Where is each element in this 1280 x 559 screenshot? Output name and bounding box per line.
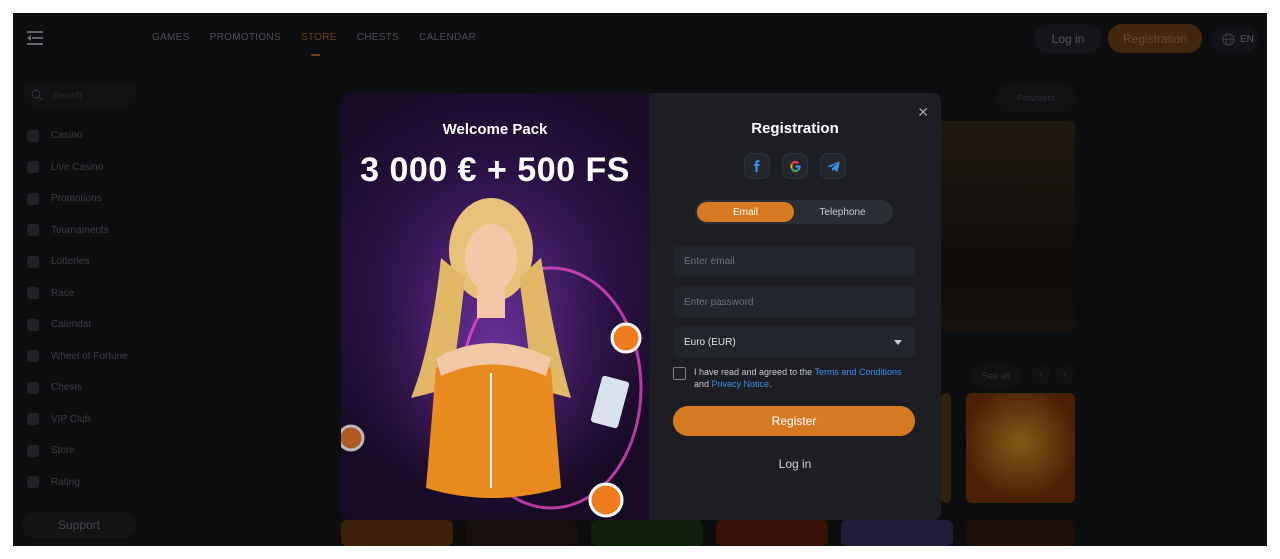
password-field[interactable]: [673, 287, 915, 317]
currency-value: Euro (EUR): [684, 336, 736, 348]
app-window: GAMES PROMOTIONS STORE CHESTS CALENDAR L…: [13, 13, 1267, 546]
registration-form: ✕ Registration Email Telephone Enter ema…: [649, 93, 941, 520]
google-icon[interactable]: [782, 153, 808, 179]
tab-telephone[interactable]: Telephone: [794, 202, 891, 222]
terms-link[interactable]: Terms and Conditions: [814, 367, 901, 377]
agree-suffix: .: [769, 379, 772, 389]
terms-text: I have read and agreed to the Terms and …: [694, 366, 915, 390]
terms-agreement: I have read and agreed to the Terms and …: [673, 366, 915, 390]
agree-prefix: I have read and agreed to the: [694, 367, 813, 377]
promo-amount: 3 000 € + 500 FS: [360, 151, 630, 189]
registration-title: Registration: [751, 120, 839, 137]
terms-checkbox[interactable]: [673, 367, 686, 380]
registration-method-tabs: Email Telephone: [695, 200, 893, 224]
social-login-row: [649, 153, 941, 179]
login-link[interactable]: Log in: [649, 457, 941, 471]
telegram-icon[interactable]: [820, 153, 846, 179]
facebook-icon[interactable]: [744, 153, 770, 179]
privacy-link[interactable]: Privacy Notice: [712, 379, 770, 389]
currency-select[interactable]: Euro (EUR): [673, 327, 915, 357]
tab-email[interactable]: Email: [697, 202, 794, 222]
register-button[interactable]: Register: [673, 406, 915, 436]
email-field[interactable]: [673, 246, 915, 276]
password-input[interactable]: [684, 296, 914, 308]
promo-title: Welcome Pack: [442, 121, 548, 138]
welcome-promo-panel: Welcome Pack 3 000 € + 500 FS: [341, 93, 649, 520]
close-icon[interactable]: ✕: [917, 104, 929, 121]
promo-illustration: [341, 188, 649, 520]
agree-and: and: [694, 379, 710, 389]
registration-modal: Welcome Pack 3 000 € + 500 FS ✕ Registra…: [341, 93, 941, 520]
email-input[interactable]: [684, 255, 914, 267]
chevron-down-icon: [894, 339, 902, 345]
